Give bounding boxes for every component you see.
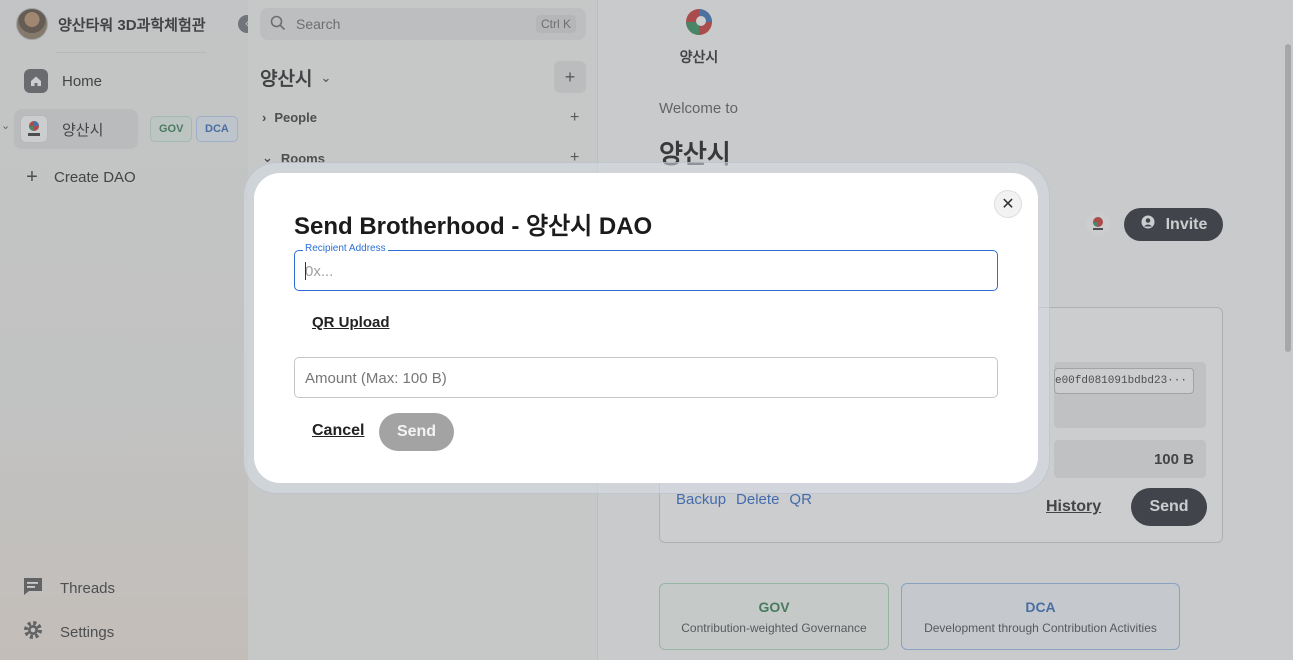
qr-upload-button[interactable]: QR Upload xyxy=(312,314,390,331)
close-button[interactable]: ✕ xyxy=(994,190,1022,218)
recipient-address-input[interactable] xyxy=(305,259,985,283)
recipient-address-field[interactable]: Recipient Address xyxy=(294,243,998,291)
text-caret xyxy=(305,262,306,280)
cancel-button[interactable]: Cancel xyxy=(312,422,364,440)
amount-field[interactable] xyxy=(294,357,998,398)
amount-input[interactable] xyxy=(305,366,985,390)
recipient-address-label: Recipient Address xyxy=(303,243,388,254)
send-dialog: Send Brotherhood - 양산시 DAO ✕ Recipient A… xyxy=(254,173,1038,483)
dialog-title: Send Brotherhood - 양산시 DAO xyxy=(294,213,653,240)
send-button[interactable]: Send xyxy=(379,413,454,451)
close-icon: ✕ xyxy=(1001,196,1015,213)
